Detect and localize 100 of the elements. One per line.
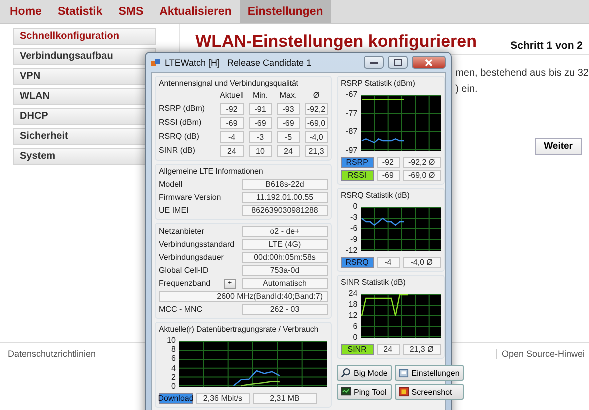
minimize-button[interactable]	[364, 56, 384, 69]
toolbar-button[interactable]: Big Mode	[337, 365, 392, 381]
value-field: 262 - 03	[242, 304, 328, 315]
footer-link[interactable]: Open Source-Hinwei	[496, 349, 585, 359]
value-field: 2600 MHz(BandId:40;Band:7)	[159, 291, 328, 302]
value-field: -69	[220, 117, 244, 129]
body-text: men, bestehend aus bis zu 32	[456, 68, 589, 79]
value-field: -92,2 Ø	[402, 157, 441, 168]
value-field: B618s-22d	[242, 179, 328, 190]
axis-tick: -6	[350, 225, 358, 233]
value-field: -4,0 Ø	[402, 257, 441, 268]
group-title: Antennensignal und Verbindungsqualität	[159, 79, 300, 89]
axis-tick: 0	[172, 382, 176, 391]
group-title: Allgemeine LTE Informationen	[159, 167, 264, 177]
close-icon	[425, 58, 433, 66]
window-title: LTEWatch [H] Release Candidate 1	[165, 58, 313, 68]
sidebar-item[interactable]: Verbindungsaufbau	[13, 48, 156, 65]
close-button[interactable]	[412, 56, 446, 69]
axis-tick: -9	[350, 236, 358, 244]
value-field: 21,3 Ø	[402, 344, 441, 355]
window-icon	[398, 368, 409, 378]
value-field: o2 - de+	[242, 226, 328, 237]
value-field: 2,36 Mbit/s	[196, 393, 250, 404]
group-title: RSRP Statistik (dBm)	[341, 79, 416, 89]
value-field: -91	[249, 103, 272, 115]
value-field: 753a-0d	[242, 265, 328, 276]
row-label: RSRP (dBm)	[159, 104, 206, 114]
value-field: 24	[220, 145, 244, 157]
value-field: -4,0	[305, 131, 328, 143]
field-label: Frequenzband	[159, 278, 212, 288]
axis-tick: 4	[172, 364, 176, 373]
field-label: Verbindungsdauer	[159, 252, 225, 262]
value-field: 24	[376, 344, 400, 355]
picture-icon	[398, 387, 409, 397]
group-title: SINR Statistik (dB)	[341, 278, 407, 288]
row-label: RSSI (dBm)	[159, 118, 203, 128]
field-label: MCC - MNC	[159, 304, 204, 314]
value-field: -69	[376, 170, 400, 181]
value-field: 21,3	[305, 145, 328, 157]
minimize-icon	[370, 61, 378, 64]
field-label: Netzanbieter	[159, 226, 206, 236]
toolbar-button[interactable]: Screenshot	[394, 384, 464, 400]
monitor-icon	[341, 387, 351, 397]
field-label: UE IMEI	[159, 206, 190, 216]
legend-label: SINR	[341, 344, 374, 355]
value-field: -69	[277, 117, 300, 129]
value-field: 11.192.01.00.55	[242, 192, 328, 203]
value-field: 862639030981288	[242, 205, 328, 216]
next-button[interactable]: Weiter	[535, 138, 582, 155]
nav-tab[interactable]: Einstellungen	[240, 0, 332, 23]
search-icon	[341, 368, 351, 378]
value-field: -92,2	[305, 103, 328, 115]
value-field: -5	[277, 131, 300, 143]
axis-tick: 10	[167, 337, 176, 345]
axis-tick: -97	[346, 146, 358, 155]
value-field: -93	[277, 103, 300, 115]
value-field: -4	[220, 131, 244, 143]
axis-tick: -87	[346, 128, 358, 136]
body-text: ) ein.	[456, 84, 479, 95]
axis-tick: 6	[353, 323, 358, 331]
axis-tick: 2	[172, 374, 176, 382]
axis-tick: 0	[353, 203, 358, 211]
maximize-icon	[394, 59, 402, 66]
page-heading: WLAN-Einstellungen konfigurieren	[196, 32, 478, 52]
row-label: RSRQ (dB)	[159, 132, 200, 142]
nav-tab[interactable]: SMS	[110, 0, 152, 23]
value-field: Automatisch	[242, 278, 328, 289]
value-field: 10	[249, 145, 272, 157]
column-header: Min.	[252, 91, 270, 101]
axis-tick: -67	[346, 91, 358, 99]
group-title: Aktuelle(r) Datenübertragungsrate / Verbrauch	[159, 325, 320, 335]
legend-label: RSSI	[341, 170, 374, 181]
footer-link[interactable]: Datenschutzrichtlinien	[8, 349, 96, 359]
value-field: -92	[376, 157, 400, 168]
axis-tick: -3	[350, 214, 358, 222]
value-field: LTE (4G)	[242, 239, 328, 250]
axis-tick: 24	[348, 290, 358, 298]
value-field: -69,0	[305, 117, 328, 129]
row-label: SINR (dB)	[159, 146, 196, 156]
column-header: Ø	[312, 91, 321, 101]
value-field: -69,0 Ø	[402, 170, 441, 181]
maximize-button[interactable]	[388, 56, 408, 69]
axis-tick: 18	[348, 301, 358, 309]
axis-tick: 8	[172, 346, 176, 354]
nav-tab[interactable]: Aktualisieren	[152, 0, 240, 23]
axis-tick: 6	[172, 355, 176, 364]
nav-tab[interactable]: Home	[2, 0, 50, 23]
field-label: Modell	[159, 180, 184, 190]
axis-tick: 12	[348, 312, 358, 320]
nav-tab[interactable]: Statistik	[50, 0, 111, 23]
toolbar-button[interactable]: Einstellungen	[394, 365, 464, 381]
toolbar-button[interactable]: Ping Tool	[337, 384, 392, 400]
legend-label: RSRP	[341, 157, 374, 168]
field-label: Firmware Version	[159, 192, 222, 202]
field-label: Global Cell-ID	[159, 266, 210, 276]
value-field: -3	[249, 131, 272, 143]
column-header: Aktuell	[220, 91, 244, 101]
sidebar-item[interactable]: Schnellkonfiguration	[13, 28, 156, 45]
value-field: -92	[220, 103, 244, 115]
value-field: 2,31 MB	[253, 393, 317, 404]
